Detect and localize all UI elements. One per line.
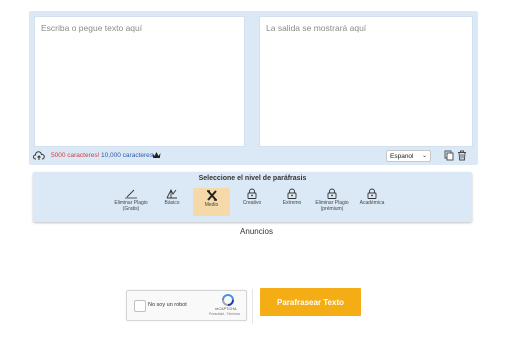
level-label: Académica [359,200,385,206]
recaptcha-links[interactable]: Privacidad - Términos [209,312,240,316]
language-value: Espanol [390,153,414,160]
free-char-limit: 5000 caracteres! [51,152,100,159]
upload-cloud-icon[interactable] [33,151,45,161]
ads-label: Anuncios [240,227,273,236]
premium-char-limit: 10,000 caracteres [101,152,154,159]
divider [252,289,253,324]
editor-footer: 5000 caracteres! 10,000 caracteres Espan… [29,148,478,165]
language-select[interactable]: Espanol ⌄ [386,150,431,162]
recaptcha-logo-icon [222,294,234,306]
output-area: La salida se mostrará aquí [259,16,473,147]
level-eliminar-plagio-premium[interactable]: Eliminar Plagio (prémium) [312,186,352,216]
lock-icon [247,188,257,199]
lock-icon [367,188,377,199]
pen-icon [125,189,137,199]
input-placeholder: Escriba o pegue texto aquí [41,23,143,33]
level-eliminar-plagio-gratis[interactable]: Eliminar Plagio (Gratis) [111,186,151,216]
level-label: Eliminar Plagio (prémium) [315,200,349,212]
paraphrase-button[interactable]: Parafrasear Texto [260,288,361,316]
lock-icon [287,188,297,199]
level-label: Creativo [242,200,262,206]
recaptcha-brand: reCAPTCHA [215,307,237,311]
captcha-label: No soy un robot [148,302,187,308]
output-placeholder: La salida se mostrará aquí [266,23,367,33]
level-label: Básico [164,200,180,206]
levels-title: Seleccione el nivel de paráfrasis [198,175,307,182]
level-creativo[interactable]: Creativo [232,186,272,216]
medio-icon [206,190,217,201]
copy-icon[interactable] [444,150,454,161]
level-basico[interactable]: Básico [152,186,192,216]
crown-icon [152,152,161,158]
trash-icon[interactable] [457,150,467,161]
chevron-down-icon: ⌄ [421,153,427,159]
editor-panel: Escriba o pegue texto aquí La salida se … [29,11,478,165]
input-textarea[interactable]: Escriba o pegue texto aquí [34,16,245,147]
level-academica[interactable]: Académica [352,186,392,216]
basic-icon [166,188,177,199]
level-label: Extremo [282,200,302,206]
paraphrase-level-panel: Seleccione el nivel de paráfrasis Elimin… [33,172,472,222]
lock-icon [327,188,337,199]
level-medio[interactable]: Medio [193,188,230,216]
level-label: Eliminar Plagio (Gratis) [114,200,148,212]
recaptcha-widget: No soy un robot reCAPTCHA Privacidad - T… [126,290,247,321]
level-extremo[interactable]: Extremo [272,186,312,216]
captcha-checkbox[interactable] [134,300,146,312]
level-label: Medio [204,202,219,208]
